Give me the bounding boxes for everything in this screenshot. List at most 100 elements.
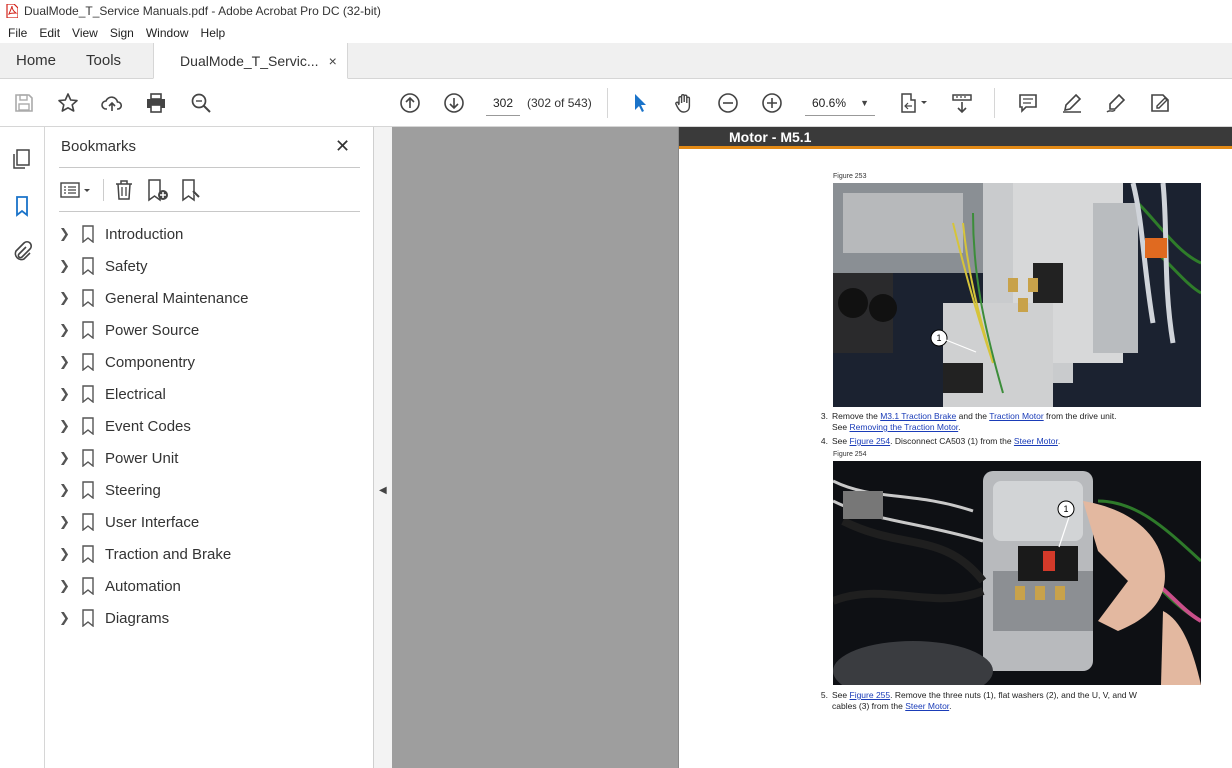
chevron-right-icon[interactable]: ❯: [59, 514, 79, 530]
chevron-right-icon[interactable]: ❯: [59, 578, 79, 594]
link-removing-the-traction-motor[interactable]: Removing the Traction Motor: [850, 422, 959, 432]
bookmark-event-codes[interactable]: ❯ Event Codes: [59, 410, 359, 442]
hand-icon: [675, 94, 691, 113]
chevron-right-icon[interactable]: ❯: [59, 258, 79, 274]
print-button[interactable]: [144, 91, 168, 115]
paperclip-attachments-icon[interactable]: [10, 240, 34, 264]
bookmark-icon: [82, 577, 94, 595]
bookmark-user-interface[interactable]: ❯ User Interface: [59, 506, 359, 538]
chevron-right-icon[interactable]: ❯: [59, 354, 79, 370]
bookmark-icon: [82, 289, 94, 307]
comment-icon: [1019, 94, 1037, 113]
find-button[interactable]: [189, 91, 213, 115]
save-icon: [15, 94, 33, 112]
step-4: 4. See Figure 254. Disconnect CA503 (1) …: [814, 436, 1214, 448]
bookmark-star-button[interactable]: [56, 91, 80, 115]
chevron-right-icon[interactable]: ❯: [59, 546, 79, 562]
select-tool-button[interactable]: [628, 91, 652, 115]
link-figure-254[interactable]: Figure 254: [850, 436, 891, 446]
zoom-in-button[interactable]: [760, 91, 784, 115]
page-display-button[interactable]: [897, 91, 931, 115]
bookmarks-panel-icon[interactable]: [10, 194, 34, 218]
main-toolbar: 302 (302 of 543) 60.6% ▼: [0, 79, 1232, 127]
arrow-down-circle-icon: [444, 93, 464, 113]
bookmark-electrical[interactable]: ❯ Electrical: [59, 378, 359, 410]
collapse-panel-arrow-icon[interactable]: ◀: [379, 485, 387, 496]
fill-sign-button[interactable]: [1148, 91, 1172, 115]
bookmark-power-unit[interactable]: ❯ Power Unit: [59, 442, 359, 474]
minus-circle-icon: [718, 93, 738, 113]
menu-edit[interactable]: Edit: [33, 26, 66, 40]
bookmark-general-maintenance[interactable]: ❯ General Maintenance: [59, 282, 359, 314]
chevron-right-icon[interactable]: ❯: [59, 610, 79, 626]
header-accent-stripe: [679, 146, 1232, 149]
step-5-text-2: . Remove the three nuts (1), flat washer…: [890, 690, 1137, 700]
step-3-text-4: See: [832, 422, 850, 432]
tab-tools[interactable]: Tools: [72, 43, 137, 78]
zoom-out-button[interactable]: [716, 91, 740, 115]
trash-icon: [116, 180, 132, 200]
chevron-right-icon[interactable]: ❯: [59, 418, 79, 434]
tab-bar: Home Tools DualMode_T_Servic... ×: [0, 43, 1232, 79]
step-4-text: See Figure 254. Disconnect CA503 (1) fro…: [832, 436, 1192, 447]
scroll-pages-icon: [952, 94, 972, 114]
bookmark-introduction[interactable]: ❯ Introduction: [59, 218, 359, 250]
page-thumbnails-icon[interactable]: [10, 147, 34, 171]
bookmark-icon: [82, 609, 94, 627]
chevron-down-icon: ▼: [860, 98, 869, 108]
window-titlebar: DualMode_T_Service Manuals.pdf - Adobe A…: [0, 0, 1232, 22]
bookmarks-close-button[interactable]: ✕: [335, 136, 350, 157]
bookmark-power-source[interactable]: ❯ Power Source: [59, 314, 359, 346]
navigation-rail: [0, 127, 45, 768]
page-number-input[interactable]: 302: [486, 90, 520, 116]
chevron-right-icon[interactable]: ❯: [59, 226, 79, 242]
list-options-icon: [60, 182, 90, 198]
save-button[interactable]: [12, 91, 36, 115]
draw-button[interactable]: [1104, 91, 1128, 115]
step-3-text-3: from the drive unit.: [1043, 411, 1117, 421]
zoom-level-select[interactable]: 60.6% ▼: [805, 90, 875, 116]
chevron-right-icon[interactable]: ❯: [59, 290, 79, 306]
tab-close-button[interactable]: ×: [329, 53, 337, 69]
comment-button[interactable]: [1016, 91, 1040, 115]
bookmarks-panel: Bookmarks ✕ ❯ Introduction ❯ Safety ❯ Ge…: [45, 127, 374, 768]
chevron-right-icon[interactable]: ❯: [59, 322, 79, 338]
tab-home[interactable]: Home: [0, 43, 72, 78]
menu-sign[interactable]: Sign: [104, 26, 140, 40]
new-bookmark-button[interactable]: [145, 177, 171, 203]
hand-tool-button[interactable]: [672, 91, 696, 115]
menu-window[interactable]: Window: [140, 26, 195, 40]
link-steer-motor[interactable]: Steer Motor: [1014, 436, 1058, 446]
menu-file[interactable]: File: [2, 26, 33, 40]
link-traction-motor[interactable]: Traction Motor: [989, 411, 1043, 421]
toolbar-divider: [607, 88, 608, 118]
bookmark-safety[interactable]: ❯ Safety: [59, 250, 359, 282]
upload-button[interactable]: [100, 91, 124, 115]
scroll-mode-button[interactable]: [950, 91, 974, 115]
bookmark-steering[interactable]: ❯ Steering: [59, 474, 359, 506]
chevron-right-icon[interactable]: ❯: [59, 386, 79, 402]
menu-help[interactable]: Help: [195, 26, 232, 40]
bookmark-automation[interactable]: ❯ Automation: [59, 570, 359, 602]
chevron-right-icon[interactable]: ❯: [59, 482, 79, 498]
delete-bookmark-button[interactable]: [111, 177, 137, 203]
tab-document[interactable]: DualMode_T_Servic... ×: [153, 43, 348, 79]
bookmark-diagrams[interactable]: ❯ Diagrams: [59, 602, 359, 634]
menu-view[interactable]: View: [66, 26, 104, 40]
panel-splitter[interactable]: ◀: [374, 127, 392, 768]
bookmark-label: User Interface: [105, 513, 200, 531]
chevron-right-icon[interactable]: ❯: [59, 450, 79, 466]
link-figure-255[interactable]: Figure 255: [850, 690, 891, 700]
bookmark-options-button[interactable]: [59, 177, 97, 203]
link-m31-traction-brake[interactable]: M3.1 Traction Brake: [880, 411, 956, 421]
bookmark-label: Steering: [105, 481, 161, 499]
bookmark-label: Electrical: [105, 385, 166, 403]
bookmark-traction-and-brake[interactable]: ❯ Traction and Brake: [59, 538, 359, 570]
bookmark-componentry[interactable]: ❯ Componentry: [59, 346, 359, 378]
previous-page-button[interactable]: [398, 91, 422, 115]
next-page-button[interactable]: [442, 91, 466, 115]
link-steer-motor-2[interactable]: Steer Motor: [905, 701, 949, 711]
find-bookmark-button[interactable]: [179, 177, 205, 203]
highlight-button[interactable]: [1060, 91, 1084, 115]
step-5-text-1: See: [832, 690, 850, 700]
